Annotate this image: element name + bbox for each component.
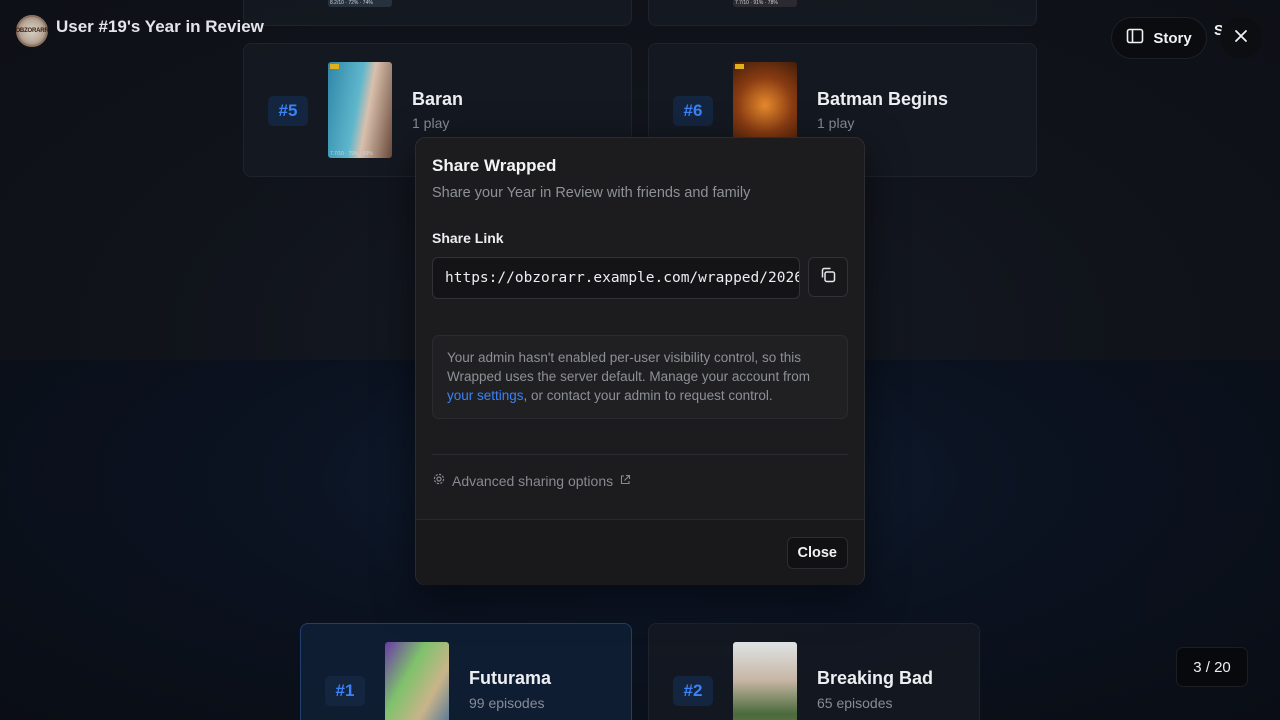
dialog-title: Share Wrapped bbox=[432, 156, 557, 175]
rank-badge: #5 bbox=[268, 96, 308, 126]
close-wrapped-button[interactable] bbox=[1220, 17, 1262, 59]
copy-icon bbox=[819, 266, 837, 289]
external-link-icon bbox=[619, 473, 631, 489]
advanced-sharing-label: Advanced sharing options bbox=[452, 472, 614, 489]
dialog-divider bbox=[432, 454, 848, 455]
card-breaking-bad[interactable]: #2 Breaking Bad 65 episodes bbox=[648, 623, 980, 720]
rank-badge: #6 bbox=[673, 96, 713, 126]
card-subtitle: 65 episodes bbox=[817, 695, 893, 711]
poster-badge bbox=[735, 64, 744, 69]
copy-link-button[interactable] bbox=[808, 257, 848, 297]
poster-ratings: 8.2/10 · 72% · 74% bbox=[330, 0, 373, 6]
slide-counter: 3 / 20 bbox=[1176, 647, 1248, 687]
gear-icon bbox=[432, 472, 446, 489]
share-dialog: Share Wrapped Share your Year in Review … bbox=[415, 137, 865, 585]
dialog-footer: Close bbox=[416, 519, 864, 585]
poster-image bbox=[733, 642, 797, 720]
poster-image bbox=[385, 642, 449, 720]
poster-ratings: 7.7/10 · 91% · 78% bbox=[735, 0, 778, 6]
poster-image: 7.7/10 · 91% · 78% bbox=[733, 0, 797, 7]
story-button[interactable]: Story bbox=[1111, 17, 1207, 59]
card-subtitle: 1 play bbox=[817, 115, 855, 131]
card-subtitle: 99 episodes bbox=[469, 695, 545, 711]
notice-text-before: Your admin hasn't enabled per-user visib… bbox=[447, 350, 810, 384]
page-title: User #19's Year in Review bbox=[56, 17, 264, 36]
notice-text-after: , or contact your admin to request contr… bbox=[523, 388, 773, 403]
share-link-field[interactable]: https://obzorarr.example.com/wrapped/202… bbox=[432, 257, 800, 299]
card-futurama[interactable]: #1 Futurama 99 episodes bbox=[300, 623, 632, 720]
dialog-description: Share your Year in Review with friends a… bbox=[432, 185, 751, 201]
top-card-right[interactable]: 7.7/10 · 91% · 78% bbox=[648, 0, 1037, 26]
rank-badge: #1 bbox=[325, 676, 365, 706]
card-title: Futurama bbox=[469, 668, 552, 688]
panel-icon bbox=[1126, 27, 1144, 49]
card-title: Batman Begins bbox=[817, 89, 949, 109]
card-title: Breaking Bad bbox=[817, 668, 934, 688]
rank-badge: #2 bbox=[673, 676, 713, 706]
card-subtitle: 1 play bbox=[412, 115, 450, 131]
share-link-label: Share Link bbox=[432, 230, 504, 246]
poster-image: 8.2/10 · 72% · 74% bbox=[328, 0, 392, 7]
top-card-left[interactable]: 8.2/10 · 72% · 74% bbox=[243, 0, 632, 26]
advanced-sharing-link[interactable]: Advanced sharing options bbox=[432, 472, 631, 489]
poster-ratings: 7.7/10 · 79% · 89% bbox=[330, 151, 373, 157]
card-title: Baran bbox=[412, 89, 464, 109]
poster-badge bbox=[330, 64, 339, 69]
close-button[interactable]: Close bbox=[786, 537, 848, 569]
settings-link[interactable]: your settings bbox=[447, 388, 524, 403]
poster-image: 7.7/10 · 79% · 89% bbox=[328, 62, 392, 158]
visibility-notice: Your admin hasn't enabled per-user visib… bbox=[432, 335, 848, 419]
close-icon bbox=[1234, 29, 1248, 48]
app-logo: OBZORARR bbox=[15, 15, 49, 47]
story-button-label: Story bbox=[1153, 29, 1192, 47]
